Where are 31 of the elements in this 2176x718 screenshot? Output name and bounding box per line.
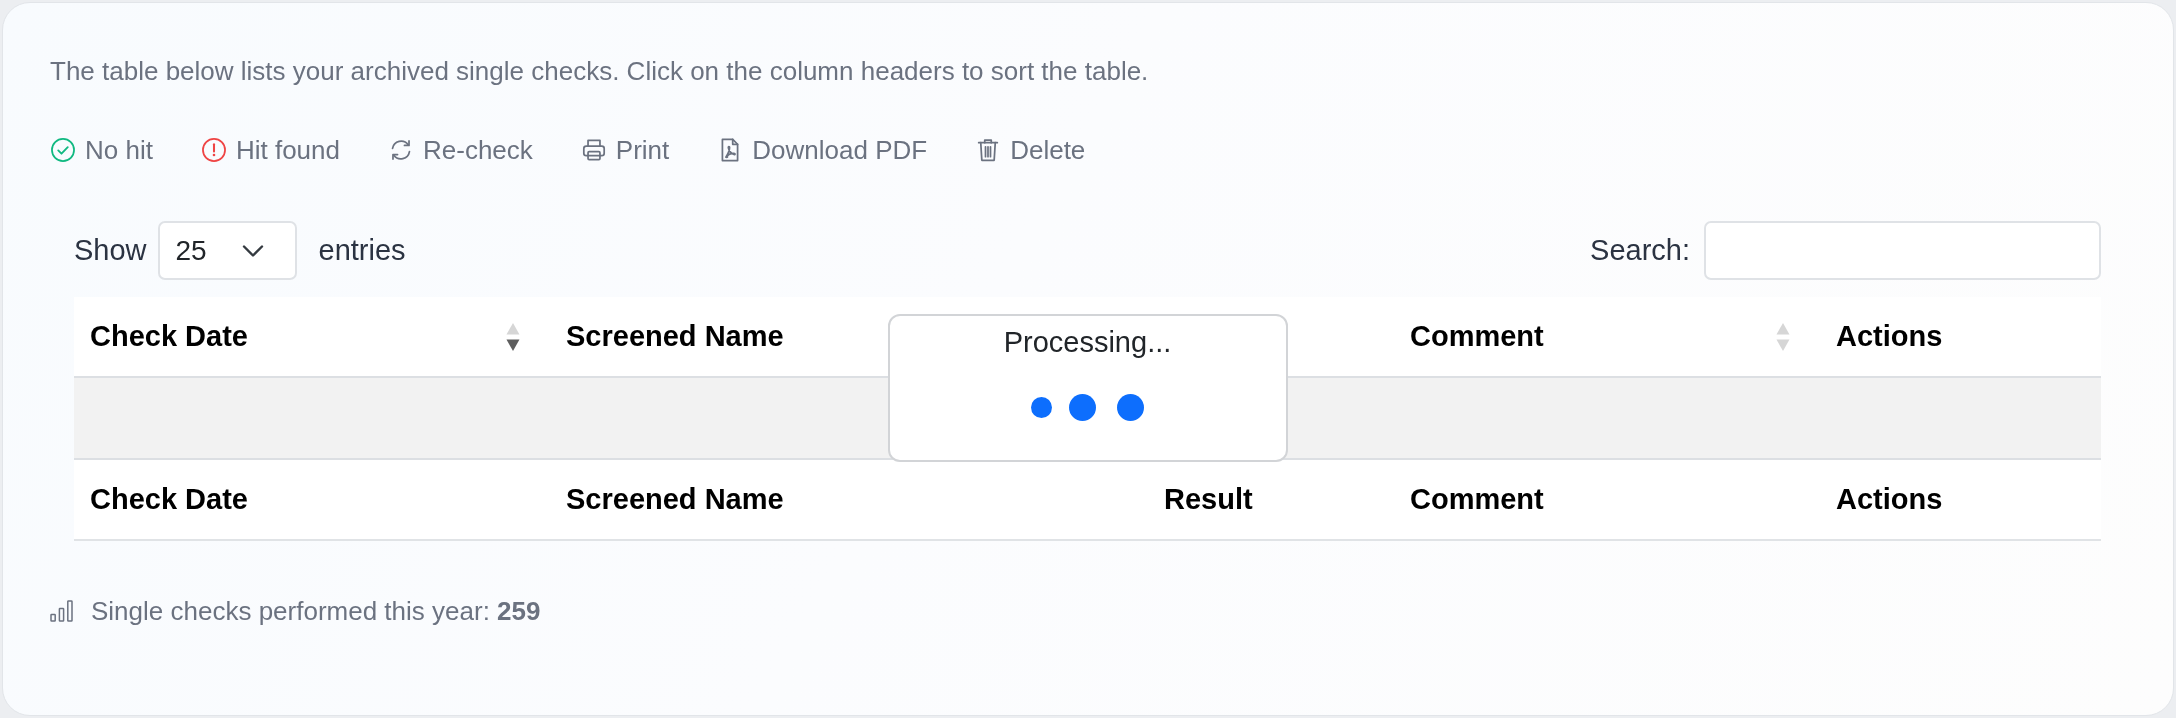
column-header[interactable]: Comment bbox=[1410, 320, 1544, 353]
bar-chart-icon bbox=[50, 600, 74, 622]
intro-text: The table below lists your archived single checks. Click on the column headers to sort the table. bbox=[50, 55, 1150, 88]
column-footer: Check Date bbox=[90, 483, 248, 516]
printer-icon bbox=[580, 137, 607, 163]
search-field[interactable] bbox=[1704, 221, 2101, 280]
column-header[interactable]: Check Date bbox=[90, 320, 248, 353]
column-footer: Result bbox=[1164, 483, 1253, 516]
toolbar-button[interactable]: Hit found bbox=[200, 132, 340, 168]
toolbar-button[interactable]: Re-check bbox=[388, 132, 533, 168]
show-label: Show bbox=[74, 234, 147, 267]
loading-dot-icon bbox=[1031, 397, 1052, 418]
entries-label: entries bbox=[318, 234, 406, 267]
exclamation-circle-icon bbox=[200, 137, 227, 163]
search-label: Search: bbox=[1590, 234, 1690, 267]
toolbar-button[interactable]: No hit bbox=[50, 132, 153, 168]
loading-dot-icon bbox=[1117, 394, 1144, 421]
processing-label: Processing... bbox=[1003, 325, 1172, 360]
toolbar-button[interactable]: Print bbox=[580, 132, 670, 168]
toolbar-button[interactable]: Delete bbox=[975, 132, 1086, 168]
page-size-select[interactable]: 25 bbox=[157, 221, 297, 280]
chevron-down-icon bbox=[241, 244, 264, 257]
column-footer: Actions bbox=[1836, 483, 1943, 516]
stats-text: Single checks performed this year: 259 bbox=[91, 595, 541, 628]
loading-dot-icon bbox=[1069, 394, 1096, 421]
check-circle-icon bbox=[50, 137, 76, 163]
column-header: Screened Name bbox=[566, 320, 784, 353]
toolbar-button[interactable]: Download PDF bbox=[717, 132, 928, 168]
column-header: Actions bbox=[1836, 320, 1943, 353]
column-footer: Comment bbox=[1410, 483, 1544, 516]
column-footer: Screened Name bbox=[566, 483, 784, 516]
